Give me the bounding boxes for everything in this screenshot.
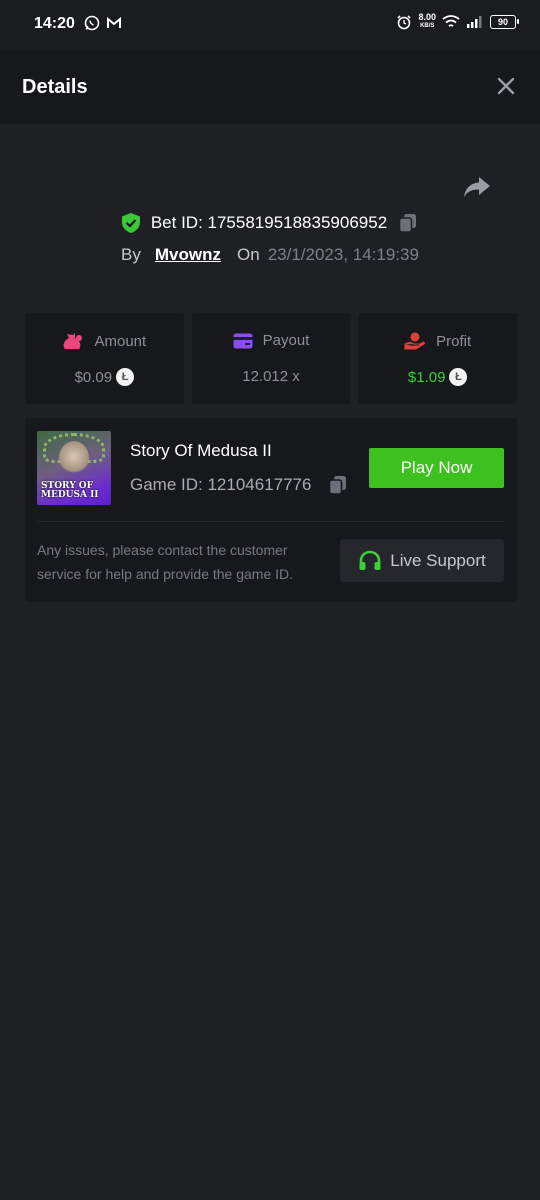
- bet-meta-row: By Mvownz On 23/1/2023, 14:19:39: [0, 245, 540, 265]
- details-header: Details: [0, 50, 540, 124]
- game-name: Story Of Medusa II: [130, 441, 272, 460]
- amount-header: Amount: [25, 332, 184, 350]
- profit-value-row: $1.09 Ł: [358, 368, 517, 386]
- page-title: Details: [22, 76, 88, 98]
- signal-icon: [467, 16, 482, 28]
- bet-user-link[interactable]: Mvownz: [155, 245, 221, 265]
- live-support-label: Live Support: [390, 550, 486, 570]
- notification-icons: [84, 15, 122, 31]
- profit-card: Profit $1.09 Ł: [358, 313, 518, 404]
- shield-check-icon: [121, 213, 140, 233]
- thumbnail-title: STORY OF MEDUSA II: [41, 482, 107, 500]
- copy-bet-id-icon[interactable]: [397, 212, 419, 234]
- payout-card: Payout 12.012 x: [191, 313, 351, 404]
- amount-label: Amount: [94, 332, 147, 350]
- copy-game-id-icon[interactable]: [327, 474, 349, 496]
- support-text: Any issues, please contact the customer …: [37, 542, 294, 582]
- litecoin-icon: Ł: [116, 368, 135, 386]
- game-card: STORY OF MEDUSA II Story Of Medusa II Ga…: [25, 418, 517, 602]
- money-bag-icon: [64, 333, 83, 349]
- play-now-button[interactable]: Play Now: [369, 448, 504, 488]
- amount-card: Amount $0.09 Ł: [25, 313, 184, 404]
- by-label: By: [121, 245, 141, 264]
- on-label: On: [237, 245, 260, 264]
- bet-stats: Amount $0.09 Ł Payout 12.012 x Profit $1…: [25, 313, 518, 404]
- payout-header: Payout: [192, 332, 351, 349]
- close-icon[interactable]: [496, 76, 516, 96]
- amount-value-row: $0.09 Ł: [25, 368, 184, 386]
- bet-date: 23/1/2023, 14:19:39: [267, 245, 419, 264]
- profit-value: $1.09: [407, 368, 446, 386]
- thumbnail-face: [59, 441, 89, 475]
- system-icons: 8.00 KB/S 90: [396, 12, 519, 31]
- hand-coin-icon: [404, 332, 426, 350]
- game-id: Game ID: 12104617776: [130, 475, 312, 494]
- game-id-row: Game ID: 12104617776: [130, 474, 349, 496]
- status-time: 14:20: [34, 15, 75, 32]
- thumbnail-title-line2: MEDUSA II: [41, 490, 99, 500]
- profit-header: Profit: [358, 332, 517, 350]
- bet-id-row: Bet ID: 1755819518835906952: [0, 212, 540, 234]
- alarm-icon: [397, 15, 412, 30]
- status-bar: 14:20 8.00 KB/S 90: [0, 0, 540, 50]
- litecoin-icon: Ł: [449, 368, 468, 386]
- bet-id: Bet ID: 1755819518835906952: [150, 213, 388, 232]
- gmail-icon: [107, 16, 121, 28]
- battery-icon: 90: [490, 15, 519, 29]
- whatsapp-icon: [84, 15, 100, 31]
- payout-label: Payout: [262, 332, 310, 349]
- divider: [37, 521, 505, 522]
- payout-value-row: 12.012 x: [192, 368, 351, 385]
- share-icon[interactable]: [462, 174, 492, 200]
- network-speed: 8.00 KB/S: [418, 12, 436, 30]
- wifi-icon: [442, 15, 460, 27]
- game-thumbnail[interactable]: STORY OF MEDUSA II: [37, 431, 111, 505]
- amount-value: $0.09: [74, 368, 113, 386]
- payout-value: 12.012 x: [242, 368, 300, 385]
- card-icon: [233, 333, 253, 348]
- live-support-button[interactable]: Live Support: [340, 539, 504, 582]
- headset-icon: [359, 550, 381, 570]
- profit-label: Profit: [436, 332, 472, 350]
